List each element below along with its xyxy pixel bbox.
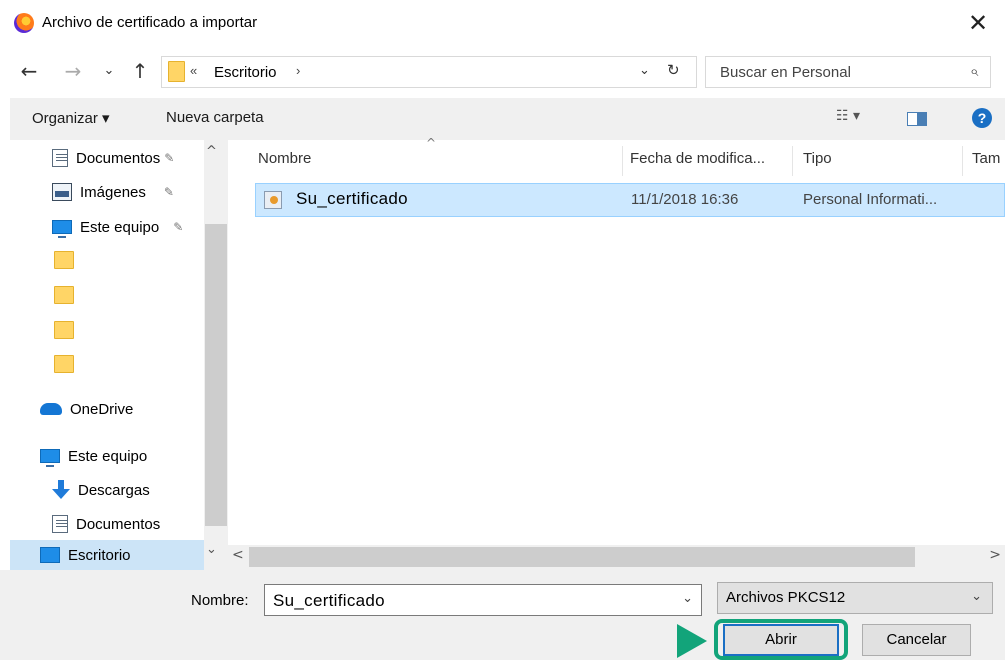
sidebar-item-este-equipo-pinned[interactable]: Este equipo ✎: [52, 212, 183, 242]
file-type-filter-value: Archivos PKCS12: [726, 589, 846, 606]
address-path-escritorio[interactable]: Escritorio: [214, 64, 277, 81]
address-overflow[interactable]: «: [190, 63, 197, 78]
recent-locations-icon[interactable]: ⌄: [100, 58, 118, 84]
chevron-down-icon[interactable]: ⌄: [682, 591, 693, 606]
cancel-button[interactable]: Cancelar: [862, 624, 971, 656]
download-arrow-icon: [52, 480, 70, 500]
sidebar-folder-4[interactable]: [54, 349, 82, 379]
pictures-icon: [52, 183, 72, 201]
sidebar-item-documentos-pinned[interactable]: Documentos ✎: [52, 143, 174, 173]
scroll-right-icon[interactable]: >: [989, 547, 1001, 563]
preview-pane-icon[interactable]: [907, 112, 927, 126]
folder-icon: [54, 355, 74, 373]
column-header-fecha[interactable]: Fecha de modifica...: [630, 150, 765, 167]
sidebar-item-documentos[interactable]: Documentos: [52, 509, 160, 539]
folder-icon: [54, 321, 74, 339]
sidebar-item-descargas[interactable]: Descargas: [52, 475, 150, 505]
window-title: Archivo de certificado a importar: [42, 14, 258, 31]
sidebar-item-label: Imágenes: [80, 183, 146, 201]
highlight-arrow-icon: [677, 624, 707, 658]
column-header-tipo[interactable]: Tipo: [803, 150, 832, 167]
file-name: Su_certificado: [296, 189, 408, 208]
sidebar-item-escritorio[interactable]: Escritorio: [10, 540, 204, 570]
address-bar[interactable]: « Escritorio › ⌄ ↻: [161, 56, 697, 88]
pin-icon[interactable]: ✎: [173, 220, 183, 234]
firefox-icon: [14, 13, 34, 33]
filename-value: Su_certificado: [273, 591, 385, 610]
scroll-up-icon[interactable]: ^: [206, 144, 217, 159]
sidebar-folder-1[interactable]: [54, 245, 82, 275]
sidebar-item-onedrive[interactable]: OneDrive: [40, 394, 133, 424]
column-header-nombre[interactable]: Nombre: [258, 150, 311, 167]
desktop-icon: [40, 547, 60, 563]
horizontal-scroll-thumb[interactable]: [249, 547, 915, 567]
sort-ascending-icon: ^: [426, 136, 437, 150]
file-type: Personal Informati...: [803, 191, 938, 208]
scroll-left-icon[interactable]: <: [232, 547, 244, 563]
navigation-pane: Documentos ✎ Imágenes ✎ Este equipo ✎ On…: [10, 140, 228, 570]
refresh-icon[interactable]: ↻: [667, 61, 680, 79]
column-header-tamano[interactable]: Tam: [972, 150, 1000, 167]
sidebar-item-imagenes[interactable]: Imágenes ✎: [52, 177, 174, 207]
file-row-su-certificado[interactable]: Su_certificado 11/1/2018 16:36 Personal …: [255, 183, 1005, 217]
title-bar: Archivo de certificado a importar ✕: [0, 0, 1005, 48]
sidebar-folder-2[interactable]: [54, 280, 82, 310]
search-icon[interactable]: ⌕: [970, 62, 978, 80]
new-folder-button[interactable]: Nueva carpeta: [166, 109, 264, 126]
column-divider[interactable]: [792, 146, 793, 176]
search-input[interactable]: Buscar en Personal ⌕: [705, 56, 991, 88]
chevron-down-icon[interactable]: ⌄: [639, 63, 650, 78]
computer-icon: [40, 449, 60, 467]
folder-icon: [54, 251, 74, 269]
file-date: 11/1/2018 16:36: [631, 191, 739, 208]
sidebar-item-label: OneDrive: [70, 400, 134, 418]
folder-icon: [54, 286, 74, 304]
scroll-down-icon[interactable]: ⌄: [206, 542, 217, 557]
computer-icon: [52, 220, 72, 238]
sidebar-folder-3[interactable]: [54, 315, 82, 345]
document-icon: [52, 515, 68, 533]
filename-label: Nombre:: [191, 592, 249, 609]
document-icon: [52, 149, 68, 167]
search-placeholder: Buscar en Personal: [720, 64, 851, 81]
organize-menu[interactable]: Organizar ▾: [32, 109, 110, 127]
file-type-filter[interactable]: Archivos PKCS12 ⌄: [717, 582, 993, 614]
filename-input[interactable]: Su_certificado ⌄: [264, 584, 702, 616]
up-icon[interactable]: ↑: [128, 58, 152, 84]
open-button[interactable]: Abrir: [723, 624, 839, 656]
forward-icon[interactable]: →: [60, 58, 86, 84]
column-divider[interactable]: [962, 146, 963, 176]
column-divider[interactable]: [622, 146, 623, 176]
certificate-file-icon: [264, 191, 282, 209]
help-icon[interactable]: ?: [972, 108, 992, 128]
sidebar-item-label: Este equipo: [80, 218, 160, 236]
sidebar-item-label: Documentos: [76, 149, 161, 167]
sidebar-item-label: Descargas: [78, 481, 150, 499]
sidebar-item-este-equipo[interactable]: Este equipo: [40, 441, 147, 471]
chevron-down-icon[interactable]: ⌄: [971, 589, 982, 604]
close-button[interactable]: ✕: [963, 8, 993, 38]
navigation-scroll-thumb[interactable]: [205, 224, 227, 526]
command-toolbar: Organizar ▾ Nueva carpeta ☷ ▾ ?: [10, 98, 1005, 140]
sidebar-item-label: Documentos: [76, 515, 161, 533]
pin-icon[interactable]: ✎: [164, 151, 174, 165]
onedrive-cloud-icon: [40, 403, 62, 415]
chevron-right-icon[interactable]: ›: [296, 63, 300, 78]
horizontal-scrollbar[interactable]: < >: [228, 545, 1005, 570]
folder-icon: [168, 61, 185, 82]
sidebar-item-label: Escritorio: [68, 546, 131, 564]
pin-icon[interactable]: ✎: [164, 185, 174, 199]
sidebar-item-label: Este equipo: [68, 447, 148, 465]
view-options-icon[interactable]: ☷ ▾: [836, 108, 860, 124]
back-icon[interactable]: ←: [16, 58, 42, 84]
